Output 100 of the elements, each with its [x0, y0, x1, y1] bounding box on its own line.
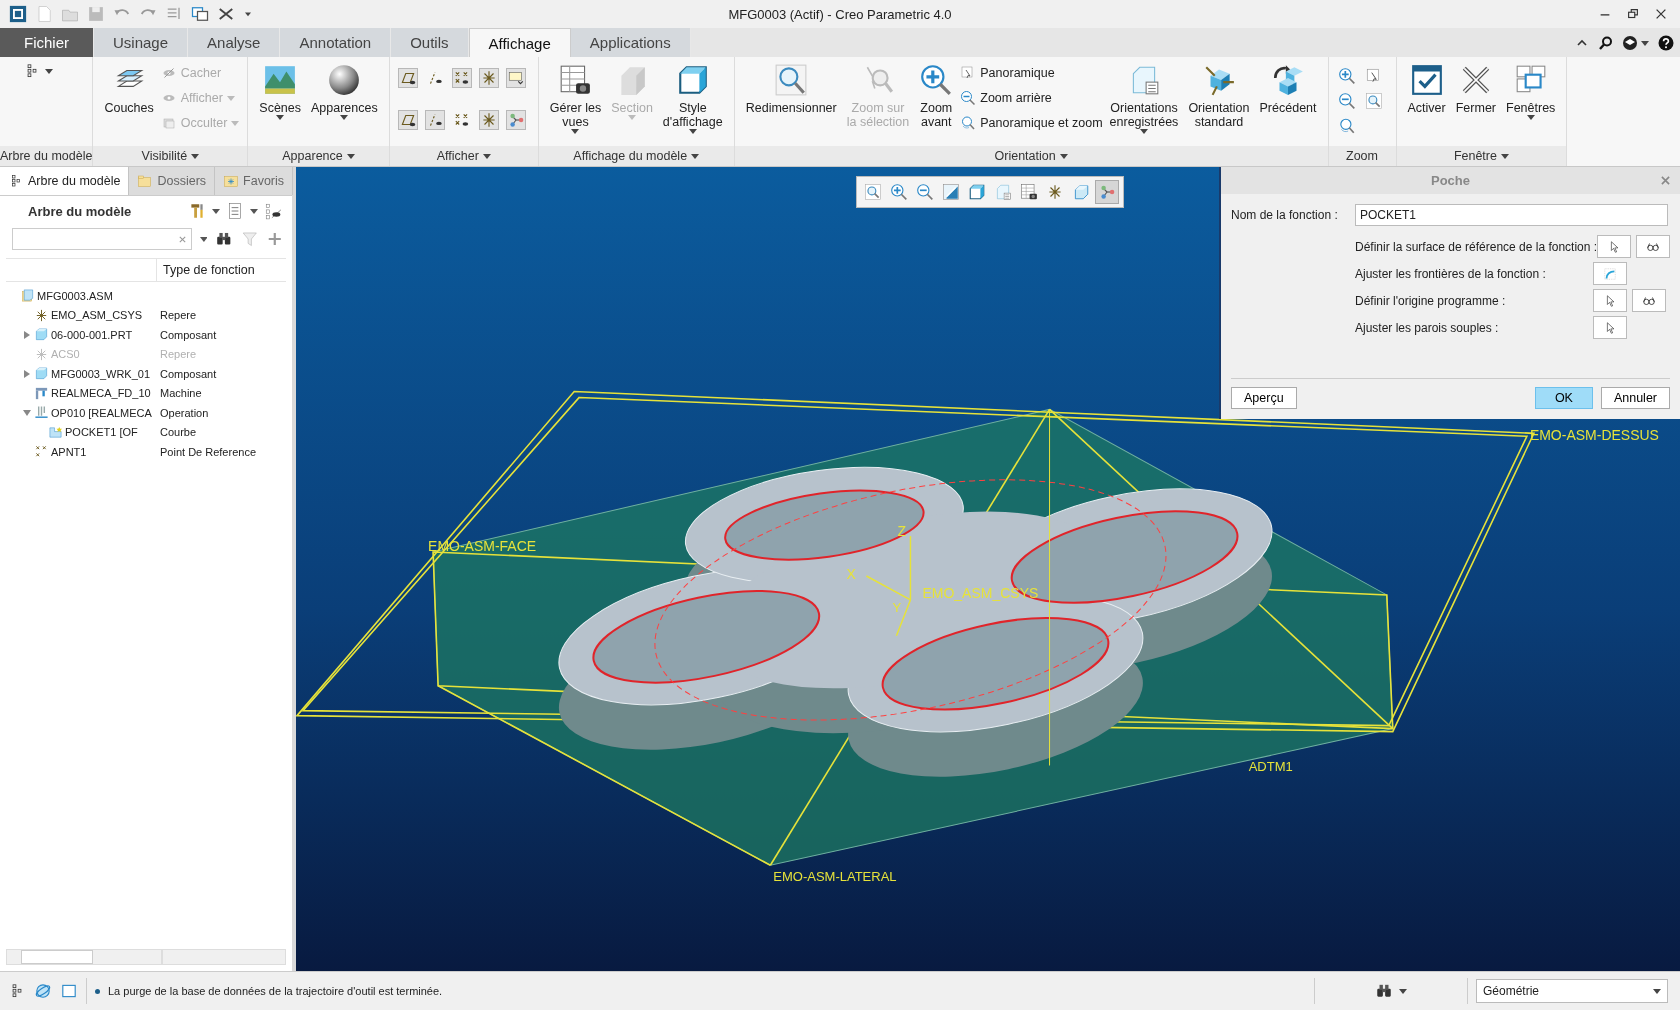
datum-label: X — [846, 566, 856, 582]
help-icon[interactable] — [1658, 34, 1674, 51]
toggle-button[interactable] — [505, 110, 526, 130]
horizontal-scrollbar[interactable] — [6, 949, 286, 965]
scrollbar-thumb[interactable] — [21, 950, 93, 964]
icon-button[interactable] — [1593, 316, 1627, 339]
toggle-button[interactable] — [1336, 66, 1357, 86]
points-icon — [452, 111, 471, 129]
caret-icon[interactable] — [482, 153, 491, 159]
filter-dropdown[interactable]: Géométrie — [1476, 979, 1668, 1003]
dialog-button[interactable]: Aperçu — [1231, 387, 1297, 409]
caret-icon[interactable] — [191, 153, 200, 159]
ribbon-tab[interactable]: Applications — [570, 28, 691, 57]
add-icon[interactable] — [266, 230, 284, 248]
ribbon-tab[interactable]: Usinage — [94, 28, 189, 57]
toggle-button[interactable] — [478, 68, 499, 88]
annotation-icon — [506, 69, 525, 87]
graduation-cap-icon[interactable] — [1622, 34, 1650, 51]
panel-tab[interactable]: Favoris — [215, 167, 294, 195]
field-label: Ajuster les frontières de la fonction : — [1355, 266, 1546, 281]
tree-item[interactable]: APNT1 — [51, 445, 87, 458]
ribbon-button[interactable]: Style d'affichage — [659, 61, 726, 139]
caret-icon[interactable] — [212, 208, 220, 214]
tree-visibility-icon[interactable] — [264, 202, 282, 220]
toggle-button[interactable] — [424, 110, 445, 130]
feature-type: Courbe — [159, 426, 197, 439]
caret-icon[interactable] — [45, 68, 53, 74]
search-icon[interactable] — [1598, 34, 1614, 51]
group-label[interactable]: Orientation — [994, 149, 1056, 163]
tree-item[interactable]: OP010 [REALMECA — [51, 406, 152, 419]
ribbon-button[interactable]: Scènes — [256, 61, 304, 139]
boundary-icon — [1603, 266, 1617, 281]
zoom-in-icon — [919, 63, 954, 97]
ribbon-button[interactable]: Zoom arrière — [960, 88, 1103, 108]
panel-tab[interactable]: Arbre du modèle — [0, 167, 130, 195]
icon-button[interactable] — [1597, 235, 1632, 258]
ribbon-tab[interactable]: Outils — [391, 28, 469, 57]
app-icon[interactable] — [8, 4, 28, 24]
ribbon-button[interactable]: Gérer les vues — [546, 61, 605, 139]
toggle-button[interactable] — [505, 68, 526, 88]
ribbon-button[interactable]: Orientations enregistrées — [1106, 61, 1182, 139]
toggle-button[interactable] — [397, 110, 418, 130]
icon-button[interactable] — [1593, 289, 1627, 312]
ribbon-tab[interactable]: Fichier — [0, 28, 94, 57]
ribbon-button[interactable]: Activer — [1404, 61, 1449, 139]
caret-icon[interactable] — [1059, 153, 1068, 159]
dialog-button[interactable]: Annuler — [1600, 387, 1670, 409]
ribbon-button[interactable]: Précédent — [1256, 61, 1320, 139]
tree-item[interactable]: 06-000-001.PRT — [51, 328, 133, 341]
caret-icon[interactable] — [1500, 153, 1509, 159]
tree-item[interactable]: REALMECA_FD_10 — [51, 387, 151, 400]
panel-tab[interactable]: Dossiers — [129, 167, 216, 195]
toggle-button[interactable] — [1363, 91, 1384, 111]
settings-icon[interactable] — [188, 202, 206, 220]
collapsed-arrow-icon[interactable] — [22, 368, 32, 379]
ribbon-button[interactable]: Couches — [101, 61, 157, 139]
globe-icon[interactable] — [34, 982, 52, 1000]
ribbon-button[interactable]: Zoom avant — [916, 61, 957, 139]
caret-icon[interactable] — [346, 153, 355, 159]
tree-item[interactable]: POCKET1 [OF — [65, 426, 138, 439]
ribbon-button[interactable]: Orientation standard — [1185, 61, 1253, 139]
tree-item[interactable]: MFG0003_WRK_01 — [51, 367, 151, 380]
ribbon-button[interactable]: Panoramique — [960, 63, 1103, 83]
ribbon-button[interactable]: Panoramique et zoom — [960, 113, 1103, 133]
group-label[interactable]: Fenêtre — [1453, 149, 1497, 163]
ribbon-button[interactable]: Fermer — [1452, 61, 1499, 139]
ribbon-tab[interactable]: Annotation — [280, 28, 392, 57]
landscape-icon — [263, 63, 298, 97]
toggle-button[interactable] — [1336, 91, 1357, 111]
collapsed-arrow-icon[interactable] — [22, 329, 32, 340]
feature-type: Repere — [159, 309, 197, 322]
icon-button[interactable] — [1636, 235, 1671, 258]
expanded-arrow-icon[interactable] — [22, 407, 32, 418]
name-field[interactable]: POCKET1 — [1355, 204, 1668, 226]
binoculars-icon — [1375, 982, 1393, 1000]
tree-item[interactable]: EMO_ASM_CSYS — [51, 309, 143, 322]
restore-icon[interactable] — [1626, 7, 1640, 21]
caret-icon[interactable] — [691, 153, 700, 159]
list-icon[interactable] — [226, 202, 244, 220]
tree-item[interactable]: MFG0003.ASM — [37, 289, 113, 302]
ribbon-tab[interactable]: Affichage — [468, 28, 571, 57]
ribbon-button[interactable]: Fenêtres — [1503, 61, 1559, 139]
ok-button[interactable]: OK — [1534, 387, 1593, 409]
ribbon-button[interactable]: Apparences — [308, 61, 381, 139]
ribbon-tab[interactable]: Analyse — [188, 28, 281, 57]
square-icon[interactable] — [60, 982, 78, 1000]
ribbon-button[interactable]: Redimensionner — [742, 61, 840, 139]
search-field[interactable] — [12, 228, 192, 250]
close-icon[interactable] — [1654, 7, 1668, 21]
windows-icon[interactable] — [190, 4, 210, 24]
toggle-button[interactable] — [478, 110, 499, 130]
clear-icon[interactable] — [177, 234, 187, 244]
icon-button[interactable] — [1632, 289, 1666, 312]
caret-icon[interactable] — [199, 236, 208, 242]
toggle-button[interactable] — [451, 68, 472, 88]
assembly-icon — [20, 288, 35, 304]
toggle-button[interactable] — [397, 68, 418, 88]
caret-icon[interactable] — [250, 208, 258, 214]
zoom-out-icon — [960, 90, 977, 106]
column-header[interactable]: Type de fonction — [157, 259, 261, 281]
